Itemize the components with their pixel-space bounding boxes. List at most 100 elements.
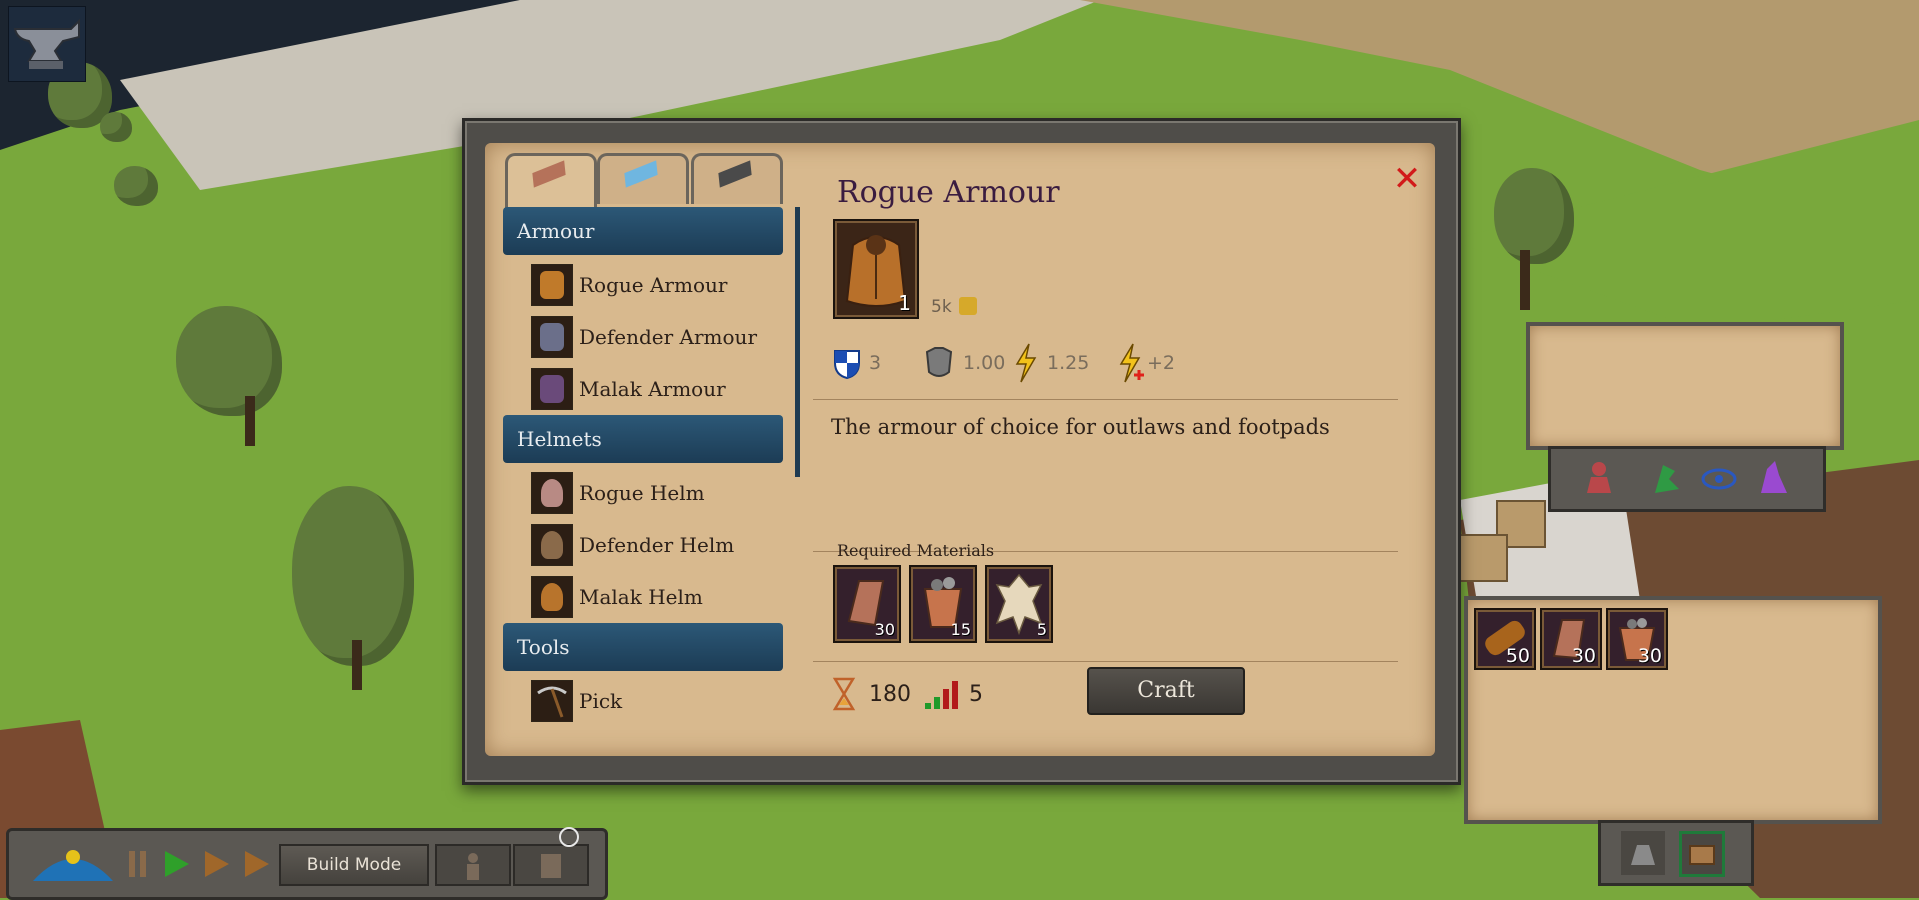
action-bar	[1548, 446, 1826, 512]
mage-icon	[1761, 461, 1787, 493]
tree	[1494, 168, 1574, 264]
required-materials-label: Required Materials	[837, 541, 995, 560]
gold-coins-icon	[959, 297, 978, 315]
inventory-panel: 50 30 30	[1464, 596, 1882, 824]
character-icon	[1587, 462, 1611, 493]
hourglass-icon	[832, 677, 856, 711]
defender-armour-icon	[531, 316, 573, 358]
tree	[176, 306, 282, 416]
inventory-slot-copper-ingot[interactable]: 30	[1540, 608, 1602, 670]
pick-icon	[531, 680, 573, 722]
divider	[813, 661, 1398, 662]
list-item-label: Malak Helm	[579, 585, 703, 609]
tree-trunk	[1520, 250, 1530, 310]
category-tools[interactable]: Tools	[503, 623, 783, 671]
defender-helm-icon	[531, 524, 573, 566]
rogue-armour-icon: 1	[833, 219, 919, 319]
craft-time-value: 180	[869, 681, 911, 707]
rogue-helm-icon	[531, 472, 573, 514]
fastest-icon	[245, 851, 269, 877]
malak-armour-icon	[531, 368, 573, 410]
list-item-defender-armour[interactable]: Defender Armour	[503, 311, 783, 363]
close-button[interactable]: ✕	[1389, 161, 1425, 197]
craft-button[interactable]: Craft	[1087, 667, 1245, 715]
material-quantity: 15	[950, 620, 971, 639]
list-item-label: Defender Helm	[579, 533, 735, 557]
shield-icon	[834, 350, 860, 379]
stat-weight-value: 1.00	[963, 352, 1006, 374]
cursor-ring-icon	[559, 827, 579, 847]
anvil-icon	[13, 18, 80, 69]
divider	[813, 399, 1398, 400]
fast-forward-button[interactable]	[201, 849, 231, 879]
inventory-slot-ore-bucket[interactable]: 30	[1606, 608, 1668, 670]
play-icon	[165, 851, 189, 877]
action-icons	[1587, 461, 1787, 493]
scroll-button[interactable]	[513, 844, 589, 886]
villagers-button[interactable]	[435, 844, 511, 886]
lightning-plus-icon	[1119, 343, 1144, 383]
storage-button[interactable]	[1679, 831, 1725, 877]
material-copper-ingot[interactable]: 30	[833, 565, 901, 643]
crafting-window: ✕ Armour Rogue Armour Defender Armour Ma…	[462, 118, 1461, 785]
copper-ingot-icon	[532, 160, 566, 188]
info-panel	[1526, 322, 1844, 450]
inventory-slot-wood-log[interactable]: 50	[1474, 608, 1536, 670]
list-item-label: Pick	[579, 689, 623, 713]
tab-iron[interactable]	[691, 153, 783, 204]
list-item-rogue-helm[interactable]: Rogue Helm	[503, 467, 783, 519]
skill-level-icon	[925, 681, 958, 709]
game-speed-toolbar: Build Mode	[6, 827, 608, 900]
item-value: 5k	[931, 297, 978, 317]
malak-helm-icon	[531, 576, 573, 618]
fastest-button[interactable]	[241, 849, 271, 879]
anvil-crafting-button[interactable]	[8, 6, 86, 82]
tab-mithril[interactable]	[597, 153, 689, 204]
list-item-label: Rogue Helm	[579, 481, 705, 505]
workshop-button[interactable]	[1621, 831, 1665, 875]
day-night-icon	[33, 850, 113, 881]
list-item-rogue-armour[interactable]: Rogue Armour	[503, 259, 783, 311]
crate	[1458, 534, 1508, 582]
list-scrollbar[interactable]	[795, 207, 800, 477]
stat-energy-bonus: +2	[1117, 343, 1175, 383]
craft-time: 180	[831, 677, 911, 711]
list-item-label: Malak Armour	[579, 377, 726, 401]
inventory-quantity: 30	[1571, 645, 1596, 667]
material-quantity: 30	[874, 620, 895, 639]
build-mode-button[interactable]: Build Mode	[279, 844, 429, 886]
stat-energy-bonus-value: +2	[1147, 352, 1176, 374]
craft-level-value: 5	[969, 681, 983, 707]
list-item-label: Rogue Armour	[579, 273, 728, 297]
tree-trunk	[352, 640, 362, 690]
craft-level: 5	[923, 677, 983, 711]
material-quantity: 5	[1036, 620, 1047, 639]
eye-icon	[1701, 468, 1737, 490]
workshop-icon	[1631, 845, 1655, 865]
pause-button[interactable]	[123, 849, 153, 879]
tab-copper[interactable]	[505, 153, 597, 208]
inventory-quantity: 50	[1505, 645, 1530, 667]
pause-icon	[129, 851, 146, 877]
scroll-icon	[541, 854, 561, 878]
list-item-pick[interactable]: Pick	[503, 675, 783, 727]
item-quantity: 1	[898, 291, 911, 315]
material-leather-hide[interactable]: 5	[985, 565, 1053, 643]
category-helmets[interactable]: Helmets	[503, 415, 783, 463]
category-armour[interactable]: Armour	[503, 207, 783, 255]
chest-icon	[1689, 845, 1715, 865]
list-item-malak-armour[interactable]: Malak Armour	[503, 363, 783, 415]
inventory-quantity: 30	[1637, 645, 1662, 667]
stat-energy: 1.25	[1013, 343, 1089, 383]
building-buttons-bar	[1598, 820, 1754, 886]
person-icon	[467, 853, 479, 880]
list-item-defender-helm[interactable]: Defender Helm	[503, 519, 783, 571]
recipe-list[interactable]: Armour Rogue Armour Defender Armour Mala…	[503, 207, 783, 743]
armour-weight-icon	[925, 347, 953, 377]
material-ore-bucket[interactable]: 15	[909, 565, 977, 643]
stat-energy-value: 1.25	[1047, 352, 1090, 374]
play-button[interactable]	[161, 849, 191, 879]
bush	[100, 112, 132, 142]
list-item-malak-helm[interactable]: Malak Helm	[503, 571, 783, 623]
tree	[292, 486, 414, 666]
